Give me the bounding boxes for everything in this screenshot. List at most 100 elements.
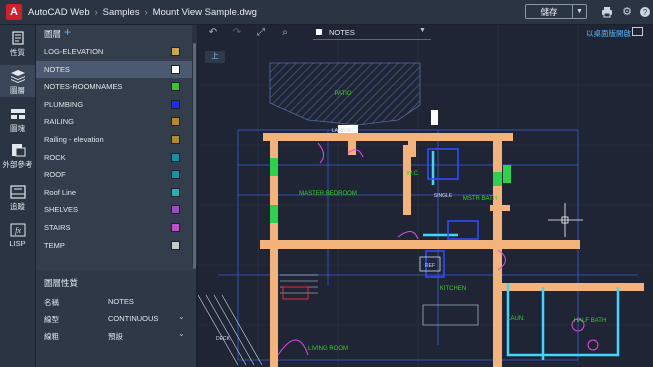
layer-color-swatch[interactable] [171, 47, 180, 56]
layer-color-swatch [316, 29, 322, 35]
chevron-down-icon: ▼ [576, 8, 583, 15]
layer-color-swatch[interactable] [171, 64, 180, 74]
prop-row-linetype[interactable]: 線型 CONTINUOUS ⌄ [36, 311, 196, 327]
layer-row[interactable]: ROOF [36, 166, 196, 184]
rail-xref-label: 外部參考 [2, 160, 33, 169]
trace-icon [9, 185, 26, 199]
layer-color-swatch[interactable] [171, 240, 180, 250]
zoom-extents-icon[interactable]: ⤢ [254, 27, 268, 39]
rail-layers[interactable]: 圖層 [0, 65, 35, 97]
layer-list-scrollbar[interactable] [192, 25, 197, 269]
layer-color-swatch[interactable] [171, 152, 180, 162]
layer-row[interactable]: STAIRS [36, 219, 196, 237]
undo-icon[interactable]: ↶ [206, 27, 220, 39]
layer-row[interactable]: Railing - elevation [36, 131, 196, 149]
panel-resize-handle[interactable] [136, 265, 170, 278]
help-icon[interactable]: ? [639, 6, 651, 18]
rail-lisp-label: LISP [9, 239, 26, 248]
current-layer-name: NOTES [329, 28, 355, 37]
open-in-desktop-link[interactable]: 以桌面版開啟 [586, 28, 631, 39]
layer-row[interactable]: NOTES [36, 60, 196, 79]
room-label-mstr-bath: MSTR BATH [463, 196, 497, 202]
layer-color-swatch[interactable] [171, 82, 180, 92]
label-landing: LANDING [332, 128, 354, 134]
app-name[interactable]: AutoCAD Web [28, 7, 90, 18]
prop-linetype-label: 線型 [44, 315, 59, 324]
layer-name: ROCK [44, 152, 66, 162]
prop-name-value[interactable]: NOTES [108, 297, 134, 306]
scrollbar-thumb[interactable] [193, 43, 196, 269]
prop-lineweight-label: 線粗 [44, 332, 59, 341]
layer-color-swatch[interactable] [171, 205, 180, 215]
layers-panel-title: 圖層 [44, 29, 62, 39]
layers-panel: 圖層 + LOG-ELEVATION NOTES NOTES-ROOMNAMES PL… [36, 25, 196, 367]
layer-row[interactable]: ROCK [36, 149, 196, 167]
chevron-down-icon[interactable]: ⌄ [178, 329, 185, 338]
zoom-window-icon[interactable]: ⌕ [278, 27, 292, 39]
layer-name: NOTES-ROOMNAMES [44, 82, 123, 92]
rail-trace[interactable]: 追蹤 [0, 185, 35, 212]
layer-name: Roof Line [44, 187, 77, 197]
prop-row-name: 名稱 NOTES [36, 294, 196, 310]
rail-xref[interactable]: 外部參考 [0, 143, 35, 170]
properties-icon [11, 31, 24, 45]
layer-color-swatch[interactable] [171, 99, 180, 109]
settings-icon[interactable]: ⚙ [621, 6, 633, 18]
label-single: SINGLE [434, 193, 453, 199]
layer-properties-title: 圖層性質 [44, 278, 79, 288]
rail-properties[interactable]: 性質 [0, 31, 35, 58]
save-button[interactable]: 儲存 [525, 4, 573, 19]
layers-icon [10, 70, 25, 83]
layer-row[interactable]: Roof Line [36, 184, 196, 202]
room-label-half-bath: HALF BATH [574, 318, 607, 324]
room-label-living-room: LIVING ROOM [308, 346, 348, 352]
layer-name: TEMP [44, 240, 65, 250]
redo-icon[interactable]: ↷ [230, 27, 244, 39]
room-label-wc: W.C. [407, 171, 420, 177]
print-icon[interactable] [601, 6, 613, 18]
layer-row[interactable]: LOG-ELEVATION [36, 43, 196, 61]
autocad-logo-icon[interactable]: A [6, 4, 22, 20]
left-rail: 性質 圖層 圖塊 外部參考 追蹤 fx LISP [0, 25, 36, 367]
view-cube-top[interactable]: 上 [205, 51, 225, 63]
save-dropdown-button[interactable]: ▼ [573, 4, 587, 19]
drawing-canvas[interactable]: PATIO MASTER BEDROOM W.C. MSTR BATH KITC… [198, 25, 653, 367]
breadcrumb-file: Mount View Sample.dwg [152, 6, 257, 18]
add-layer-button[interactable]: + [64, 25, 71, 39]
layer-color-swatch[interactable] [171, 170, 180, 180]
layer-color-swatch[interactable] [171, 134, 180, 144]
layer-row[interactable]: TEMP [36, 237, 196, 255]
layer-row[interactable]: PLUMBING [36, 96, 196, 114]
breadcrumb: AutoCAD Web › Samples › Mount View Sampl… [28, 0, 257, 24]
layer-row[interactable]: SHELVES [36, 201, 196, 219]
monitor-icon[interactable] [632, 27, 643, 36]
svg-text:fx: fx [15, 226, 21, 235]
layer-name: PLUMBING [44, 99, 84, 109]
canvas-toolbar: ↶ ↷ ⤢ ⌕ NOTES ▼ 以桌面版開啟 [198, 25, 653, 41]
room-label-kitchen: KITCHEN [440, 286, 466, 292]
lisp-icon: fx [10, 223, 25, 237]
layer-name: RAILING [44, 117, 75, 127]
layer-name: SHELVES [44, 205, 79, 215]
layer-color-swatch[interactable] [171, 187, 180, 197]
layer-color-swatch[interactable] [171, 117, 180, 127]
rail-blocks[interactable]: 圖塊 [0, 107, 35, 134]
breadcrumb-folder[interactable]: Samples [103, 7, 140, 18]
room-label-master-bedroom: MASTER BEDROOM [299, 191, 357, 197]
layer-row[interactable]: NOTES-ROOMNAMES [36, 78, 196, 96]
chevron-down-icon[interactable]: ▼ [419, 27, 426, 34]
rail-lisp[interactable]: fx LISP [0, 223, 35, 248]
room-label-laun: LAUN. [507, 316, 525, 322]
prop-row-lineweight[interactable]: 線粗 預設 ⌄ [36, 328, 196, 344]
layer-name: LOG-ELEVATION [44, 47, 104, 56]
chevron-down-icon[interactable]: ⌄ [178, 312, 185, 321]
layer-name: ROOF [44, 170, 66, 180]
prop-lineweight-value[interactable]: 預設 [108, 331, 123, 342]
rail-trace-label: 追蹤 [10, 202, 25, 211]
current-layer-select[interactable]: NOTES ▼ [313, 26, 431, 40]
label-ref: REF [425, 263, 435, 269]
layer-row[interactable]: RAILING [36, 113, 196, 131]
layer-color-swatch[interactable] [171, 222, 180, 232]
prop-linetype-value[interactable]: CONTINUOUS [108, 314, 158, 323]
chevron-right-icon: › [144, 7, 148, 17]
